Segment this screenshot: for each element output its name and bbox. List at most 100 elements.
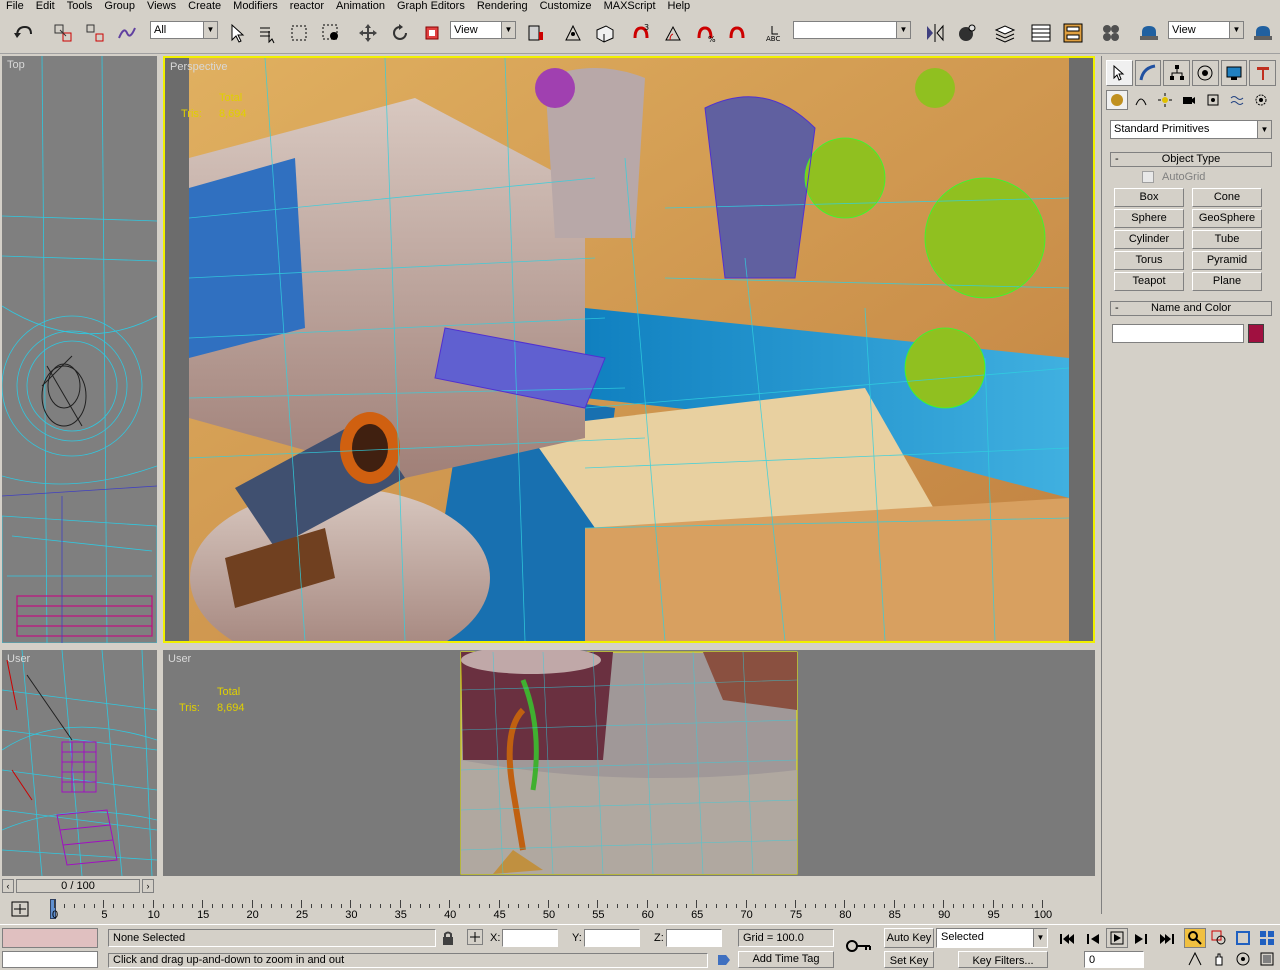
box-button[interactable]: Box: [1114, 188, 1184, 207]
menu-item-help[interactable]: Help: [662, 0, 697, 14]
object-color-swatch[interactable]: [1248, 324, 1264, 343]
y-coord-input[interactable]: [584, 929, 640, 947]
window-crossing-icon[interactable]: [318, 20, 344, 46]
viewport-top[interactable]: Top: [2, 56, 157, 643]
viewport-label-perspective[interactable]: Perspective: [170, 61, 227, 73]
bind-spacewarp-icon[interactable]: [114, 20, 140, 46]
z-coord-input[interactable]: [666, 929, 722, 947]
key-filters-button[interactable]: Key Filters...: [958, 951, 1048, 968]
menu-item-reactor[interactable]: reactor: [284, 0, 330, 14]
play-icon[interactable]: [1106, 928, 1128, 948]
pan-icon[interactable]: [1208, 949, 1230, 969]
cameras-icon[interactable]: [1178, 90, 1200, 110]
modify-tab-icon[interactable]: [1134, 60, 1162, 86]
cone-button[interactable]: Cone: [1192, 188, 1262, 207]
next-frame-button-icon[interactable]: [1130, 929, 1152, 949]
track-bar[interactable]: 0 5 10 15 20 25 30 35 40 45 50 55 60 65 70 75 80 85 90 95 10…: [0, 898, 1100, 924]
angle-snap-icon[interactable]: [660, 20, 686, 46]
select-link-icon[interactable]: [50, 20, 76, 46]
shapes-icon[interactable]: [1130, 90, 1152, 110]
plane-button[interactable]: Plane: [1192, 272, 1262, 291]
snaps-toggle-icon[interactable]: 3: [628, 20, 654, 46]
menu-item-edit[interactable]: Edit: [30, 0, 61, 14]
prev-frame-icon[interactable]: ‹: [2, 879, 14, 893]
keyboard-shortcut-icon[interactable]: [592, 20, 618, 46]
move-icon[interactable]: [355, 20, 381, 46]
viewport-user[interactable]: User Total Tris: 8,694: [163, 650, 1095, 876]
add-time-tag-button[interactable]: Add Time Tag: [738, 951, 834, 968]
select-manipulate-icon[interactable]: [560, 20, 586, 46]
pivot-center-icon[interactable]: [523, 20, 549, 46]
render-scene-icon[interactable]: [1136, 20, 1162, 46]
torus-button[interactable]: Torus: [1114, 251, 1184, 270]
timeline-ruler[interactable]: 0 5 10 15 20 25 30 35 40 45 50 55 60 65 70 75 80 85 90 95 10…: [0, 898, 1100, 924]
object-name-input[interactable]: [1112, 324, 1244, 343]
select-by-name-icon[interactable]: [254, 20, 280, 46]
schematic-view-icon[interactable]: [1060, 20, 1086, 46]
reference-coordinate-dropdown[interactable]: View ▼: [450, 21, 516, 39]
zoom-all-icon[interactable]: [1208, 928, 1230, 948]
previous-frame-icon[interactable]: [1082, 929, 1104, 949]
autogrid-checkbox[interactable]: [1142, 171, 1154, 183]
undo-icon[interactable]: [10, 20, 36, 46]
pyramid-button[interactable]: Pyramid: [1192, 251, 1262, 270]
viewport-label-user-left[interactable]: User: [7, 653, 30, 665]
object-type-rollout[interactable]: - Object Type: [1110, 152, 1272, 167]
curve-editor-icon[interactable]: [1028, 20, 1054, 46]
tube-button[interactable]: Tube: [1192, 230, 1262, 249]
motion-tab-icon[interactable]: [1192, 60, 1219, 86]
sphere-button[interactable]: Sphere: [1114, 209, 1184, 228]
maxscript-mini-listener[interactable]: [2, 951, 98, 968]
name-color-rollout[interactable]: - Name and Color: [1110, 301, 1272, 316]
zoom-extents-icon[interactable]: [1232, 928, 1254, 948]
menu-item-file[interactable]: File: [0, 0, 30, 14]
lights-icon[interactable]: [1154, 90, 1176, 110]
utilities-tab-icon[interactable]: [1249, 60, 1277, 86]
geosphere-button[interactable]: GeoSphere: [1192, 209, 1262, 228]
cylinder-button[interactable]: Cylinder: [1114, 230, 1184, 249]
zoom-extents-all-icon[interactable]: [1256, 928, 1278, 948]
menu-item-group[interactable]: Group: [98, 0, 141, 14]
current-frame-input[interactable]: 0: [1084, 951, 1144, 968]
time-tag-icon[interactable]: [716, 953, 732, 967]
go-to-end-icon[interactable]: [1156, 929, 1178, 949]
hierarchy-tab-icon[interactable]: [1163, 60, 1191, 86]
rectangular-selection-icon[interactable]: [286, 20, 312, 46]
display-tab-icon[interactable]: [1220, 60, 1248, 86]
geometry-icon[interactable]: [1106, 90, 1128, 110]
select-object-icon[interactable]: [224, 20, 250, 46]
arc-rotate-icon[interactable]: [1232, 949, 1254, 969]
set-key-button[interactable]: Set Key: [884, 951, 934, 968]
primitive-category-dropdown[interactable]: Standard Primitives ▼: [1110, 120, 1272, 139]
selection-filter-dropdown[interactable]: All ▼: [150, 21, 218, 39]
menu-item-create[interactable]: Create: [182, 0, 227, 14]
percent-snap-icon[interactable]: %: [692, 20, 718, 46]
align-icon[interactable]: [954, 20, 980, 46]
absolute-mode-icon[interactable]: [467, 929, 483, 945]
named-selection-dropdown[interactable]: ▼: [793, 21, 911, 39]
maximize-viewport-icon[interactable]: [1256, 949, 1278, 969]
render-type-dropdown[interactable]: View ▼: [1168, 21, 1244, 39]
next-frame-icon[interactable]: ›: [142, 879, 154, 893]
auto-key-button[interactable]: Auto Key: [884, 928, 934, 948]
menu-item-rendering[interactable]: Rendering: [471, 0, 534, 14]
x-coord-input[interactable]: [502, 929, 558, 947]
time-slider[interactable]: 0 / 100: [16, 879, 140, 893]
menu-item-customize[interactable]: Customize: [534, 0, 598, 14]
quick-render-icon[interactable]: [1250, 20, 1276, 46]
mirror-icon[interactable]: [922, 20, 948, 46]
selection-lock-icon[interactable]: [440, 930, 456, 946]
viewport-label-user[interactable]: User: [168, 653, 191, 665]
layer-manager-icon[interactable]: [992, 20, 1018, 46]
maxscript-listener[interactable]: [2, 928, 98, 948]
rotate-icon[interactable]: [387, 20, 413, 46]
menu-item-maxscript[interactable]: MAXScript: [598, 0, 662, 14]
menu-item-animation[interactable]: Animation: [330, 0, 391, 14]
menu-item-graph-editors[interactable]: Graph Editors: [391, 0, 471, 14]
go-to-start-icon[interactable]: [1056, 929, 1078, 949]
systems-icon[interactable]: [1250, 90, 1272, 110]
viewport-user-left[interactable]: User: [2, 650, 157, 876]
spinner-snap-icon[interactable]: [724, 20, 750, 46]
helpers-icon[interactable]: [1202, 90, 1224, 110]
menu-item-views[interactable]: Views: [141, 0, 182, 14]
